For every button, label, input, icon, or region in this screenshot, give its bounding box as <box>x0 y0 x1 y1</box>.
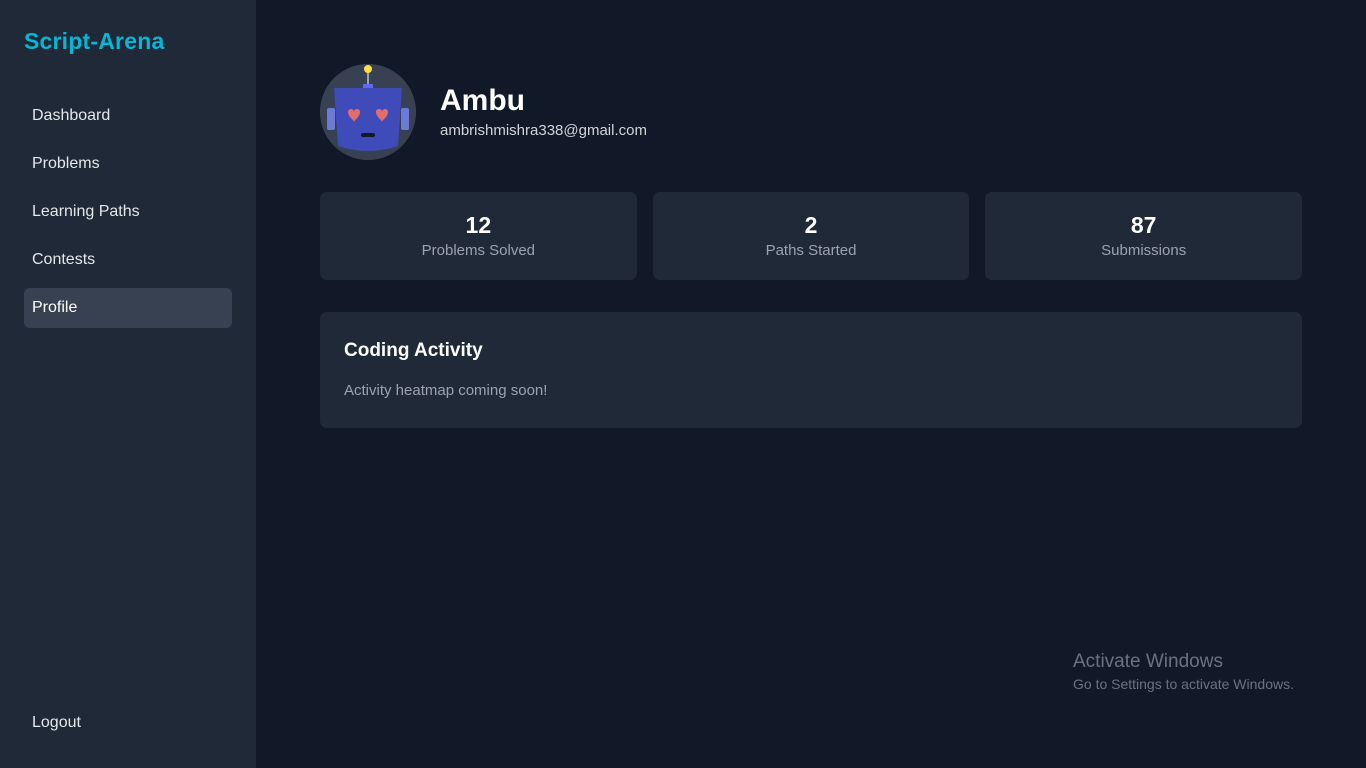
avatar <box>320 64 416 160</box>
activity-title: Coding Activity <box>344 340 483 361</box>
watermark-title: Activate Windows <box>1073 651 1223 672</box>
stats-row: 12 Problems Solved 2 Paths Started 87 Su… <box>320 192 1303 280</box>
app-root: Script-Arena Dashboard Problems Learning… <box>0 0 1366 768</box>
profile-name: Ambu <box>440 84 525 117</box>
sidebar-item-profile[interactable]: Profile <box>24 288 232 328</box>
stat-value: 12 <box>465 212 492 238</box>
activity-message: Activity heatmap coming soon! <box>344 382 548 399</box>
stat-label: Problems Solved <box>421 242 536 259</box>
logout-button[interactable]: Logout <box>32 714 81 732</box>
sidebar-item-dashboard[interactable]: Dashboard <box>24 96 232 136</box>
sidebar-item-contests[interactable]: Contests <box>24 240 232 280</box>
sidebar-item-learning-paths[interactable]: Learning Paths <box>24 192 232 232</box>
stat-card-submissions: 87 Submissions <box>985 192 1303 280</box>
windows-activation-watermark: Activate Windows Go to Settings to activ… <box>1073 651 1294 692</box>
stat-value: 87 <box>1130 212 1157 238</box>
sidebar-nav: Dashboard Problems Learning Paths Contes… <box>24 96 232 336</box>
profile-email: ambrishmishra338@gmail.com <box>440 122 647 139</box>
stat-label: Paths Started <box>765 242 857 259</box>
main-content: Ambu ambrishmishra338@gmail.com 12 Probl… <box>256 0 1366 768</box>
stat-value: 2 <box>804 212 818 238</box>
stat-card-paths-started: 2 Paths Started <box>652 192 970 280</box>
watermark-subtitle: Go to Settings to activate Windows. <box>1073 676 1294 692</box>
sidebar-item-problems[interactable]: Problems <box>24 144 232 184</box>
brand-logo[interactable]: Script-Arena <box>24 28 164 55</box>
robot-avatar-icon <box>320 64 416 160</box>
coding-activity-card: Coding Activity Activity heatmap coming … <box>320 312 1302 428</box>
sidebar: Script-Arena Dashboard Problems Learning… <box>0 0 256 768</box>
stat-label: Submissions <box>1101 242 1187 259</box>
stat-card-problems-solved: 12 Problems Solved <box>320 192 637 280</box>
